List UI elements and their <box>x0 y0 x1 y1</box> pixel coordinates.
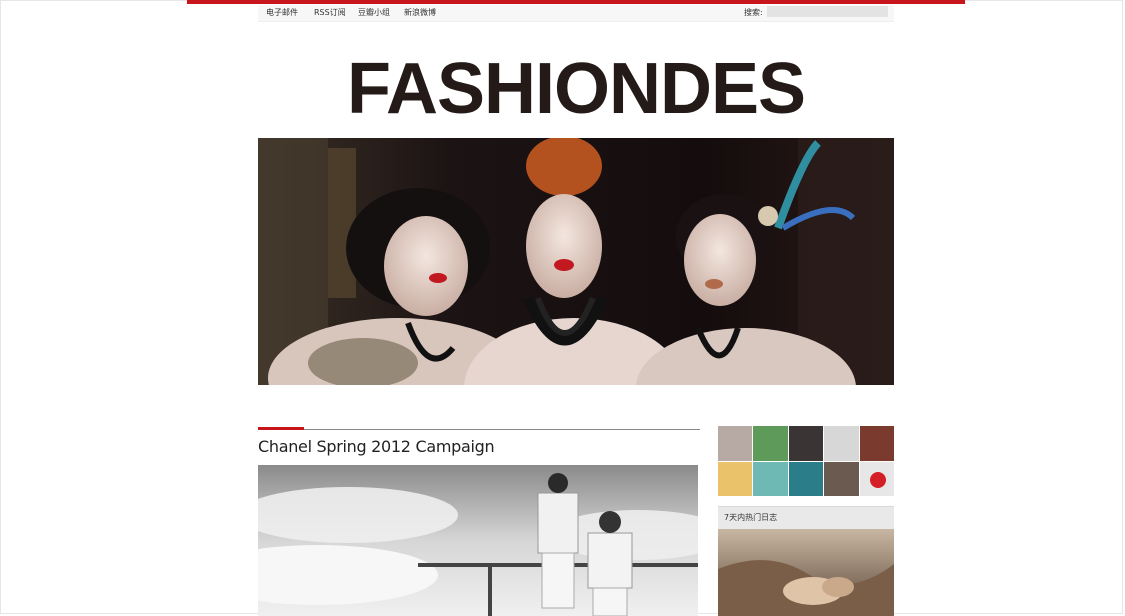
popular-posts-header: 7天内热门日志 <box>718 506 894 529</box>
thumbnail-art <box>869 471 886 488</box>
thumbnail[interactable] <box>718 426 753 461</box>
top-nav: 电子邮件 RSS订阅 豆瓣小组 新浪微博 搜索: <box>258 5 894 22</box>
search-input[interactable] <box>767 6 888 17</box>
popular-post-photo-illustration <box>718 529 894 616</box>
nav-item-email[interactable]: 电子邮件 <box>266 7 298 18</box>
thumbnail[interactable] <box>788 426 824 461</box>
hero-image[interactable] <box>258 138 894 385</box>
thumbnail[interactable] <box>859 426 894 461</box>
nav-item-rss[interactable]: RSS订阅 <box>314 7 346 18</box>
post-photo-illustration <box>258 465 698 616</box>
thumbnail[interactable] <box>824 426 859 461</box>
post-title[interactable]: Chanel Spring 2012 Campaign <box>258 437 495 456</box>
nav-item-weibo[interactable]: 新浪微博 <box>404 7 436 18</box>
thumbnail[interactable] <box>824 461 859 496</box>
search-label: 搜索: <box>744 8 763 17</box>
post-divider-accent <box>258 427 304 430</box>
top-accent-bar <box>187 0 965 4</box>
nav-item-douban[interactable]: 豆瓣小组 <box>358 7 390 18</box>
site-logo[interactable]: FASHIONDES <box>258 48 894 130</box>
popular-posts-title: 7天内热门日志 <box>724 513 778 522</box>
thumbnail[interactable] <box>718 461 753 496</box>
thumbnail[interactable] <box>788 461 824 496</box>
thumbnail-grid <box>718 426 894 496</box>
thumbnail[interactable] <box>753 426 788 461</box>
popular-post-image[interactable] <box>718 529 894 616</box>
thumbnail[interactable] <box>753 461 788 496</box>
thumbnail[interactable] <box>859 461 894 496</box>
post-image[interactable] <box>258 465 698 616</box>
hero-photo-illustration <box>258 138 894 385</box>
post-divider <box>258 429 700 430</box>
